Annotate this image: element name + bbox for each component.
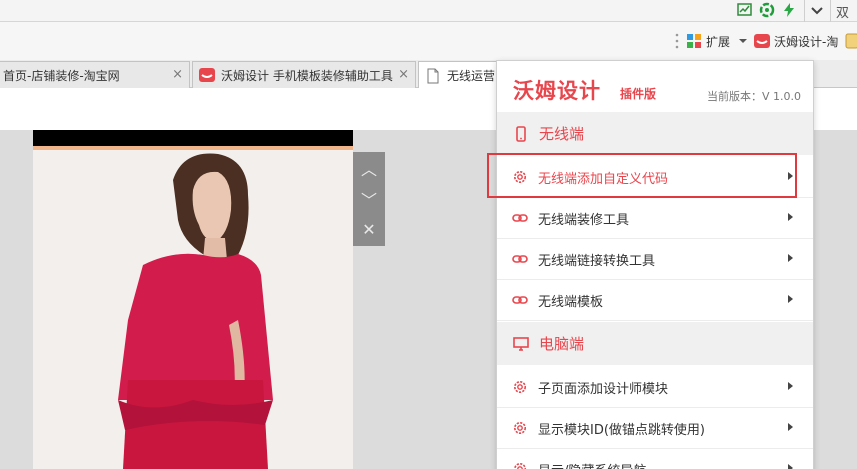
tab-womu-mobile-tool[interactable]: 沃姆设计 手机模板装修辅助工具 × bbox=[192, 61, 416, 88]
model-photo bbox=[33, 150, 353, 469]
tab-wireless-ops[interactable]: 无线运营中 bbox=[418, 61, 508, 89]
section-label: 无线端 bbox=[539, 125, 585, 143]
extensions-menu-button[interactable]: 扩展 bbox=[686, 32, 748, 50]
womu-favicon-icon bbox=[199, 68, 215, 82]
phone-icon bbox=[516, 125, 526, 142]
divider bbox=[804, 0, 805, 22]
womu-plugin-button[interactable]: 沃姆设计-淘 bbox=[754, 32, 838, 50]
close-icon[interactable]: × bbox=[172, 68, 183, 81]
menu-item-wireless-decoration-tool[interactable]: 无线端装修工具 bbox=[497, 198, 813, 239]
chevron-down-icon[interactable] bbox=[809, 2, 825, 18]
brand-title: 沃姆设计 bbox=[513, 79, 601, 103]
menu-item-label: 无线端模板 bbox=[538, 294, 604, 310]
menu-item-wireless-link-converter[interactable]: 无线端链接转换工具 bbox=[497, 239, 813, 280]
monitor-icon bbox=[513, 336, 529, 351]
section-desktop: 电脑端 bbox=[497, 322, 813, 365]
bolt-icon[interactable] bbox=[781, 2, 797, 18]
extension-toolbar: 扩展 沃姆设计-淘 bbox=[0, 22, 857, 60]
close-icon[interactable]: ✕ bbox=[353, 214, 385, 245]
chart-icon[interactable] bbox=[737, 2, 753, 18]
document-icon bbox=[427, 68, 439, 83]
panel-header: 沃姆设计 插件版 当前版本：V 1.0.0 bbox=[497, 61, 813, 112]
preview-side-controls: ︿ ﹀ ✕ bbox=[353, 152, 385, 246]
extensions-label: 扩展 bbox=[706, 34, 731, 49]
tab-label: 沃姆设计 手机模板装修辅助工具 bbox=[221, 68, 393, 83]
submenu-arrow-icon bbox=[788, 295, 793, 303]
menu-item-wireless-templates[interactable]: 无线端模板 bbox=[497, 280, 813, 321]
menu-item-show-module-id[interactable]: 显示模块ID(做锚点跳转使用) bbox=[497, 408, 813, 449]
menu-item-subpage-designer-module[interactable]: 子页面添加设计师模块 bbox=[497, 367, 813, 408]
mobile-preview bbox=[33, 130, 353, 469]
womu-logo-icon bbox=[754, 34, 770, 48]
brand-subtitle: 插件版 bbox=[620, 87, 657, 101]
link-icon bbox=[512, 296, 528, 304]
extension-icon[interactable] bbox=[845, 32, 857, 50]
tab-shop-decoration[interactable]: 首页-店铺装修-淘宝网 × bbox=[0, 61, 190, 88]
tab-label: 首页-店铺装修-淘宝网 bbox=[3, 68, 120, 83]
submenu-arrow-icon bbox=[788, 382, 793, 390]
link-icon bbox=[512, 255, 528, 263]
divider bbox=[830, 0, 831, 22]
chevron-down-icon[interactable]: ﹀ bbox=[353, 183, 385, 214]
status-strip: 双1 bbox=[0, 0, 857, 36]
annotation-highlight-box bbox=[487, 153, 797, 198]
caret-down-icon bbox=[739, 39, 748, 43]
submenu-arrow-icon bbox=[788, 423, 793, 431]
submenu-arrow-icon bbox=[788, 464, 793, 469]
refresh-icon[interactable] bbox=[759, 2, 775, 18]
womu-plugin-panel: 沃姆设计 插件版 当前版本：V 1.0.0 无线端 无线端添加自定义代码 无线端… bbox=[496, 60, 814, 469]
drag-handle-icon[interactable] bbox=[674, 32, 680, 50]
menu-item-label: 无线端链接转换工具 bbox=[538, 253, 656, 269]
section-wireless: 无线端 bbox=[497, 112, 813, 155]
gear-icon bbox=[514, 463, 526, 469]
menu-item-label: 显示模块ID(做锚点跳转使用) bbox=[538, 422, 705, 438]
submenu-arrow-icon bbox=[788, 254, 793, 262]
preview-topbar bbox=[33, 130, 353, 146]
gear-icon bbox=[514, 422, 526, 434]
menu-item-label: 无线端装修工具 bbox=[538, 212, 630, 228]
extensions-grid-icon bbox=[687, 34, 701, 48]
menu-item-label: 子页面添加设计师模块 bbox=[538, 381, 669, 397]
section-label: 电脑端 bbox=[539, 335, 585, 353]
menu-item-label: 显示/隐藏系统导航 bbox=[538, 460, 646, 469]
submenu-arrow-icon bbox=[788, 213, 793, 221]
plugin-label: 沃姆设计-淘 bbox=[774, 34, 839, 49]
version-text: 当前版本：V 1.0.0 bbox=[706, 90, 801, 103]
menu-item-toggle-system-nav[interactable]: 显示/隐藏系统导航 bbox=[497, 449, 813, 469]
link-icon bbox=[512, 214, 528, 222]
gear-icon bbox=[514, 381, 526, 393]
close-icon[interactable]: × bbox=[398, 68, 409, 81]
chevron-up-icon[interactable]: ︿ bbox=[353, 152, 385, 183]
